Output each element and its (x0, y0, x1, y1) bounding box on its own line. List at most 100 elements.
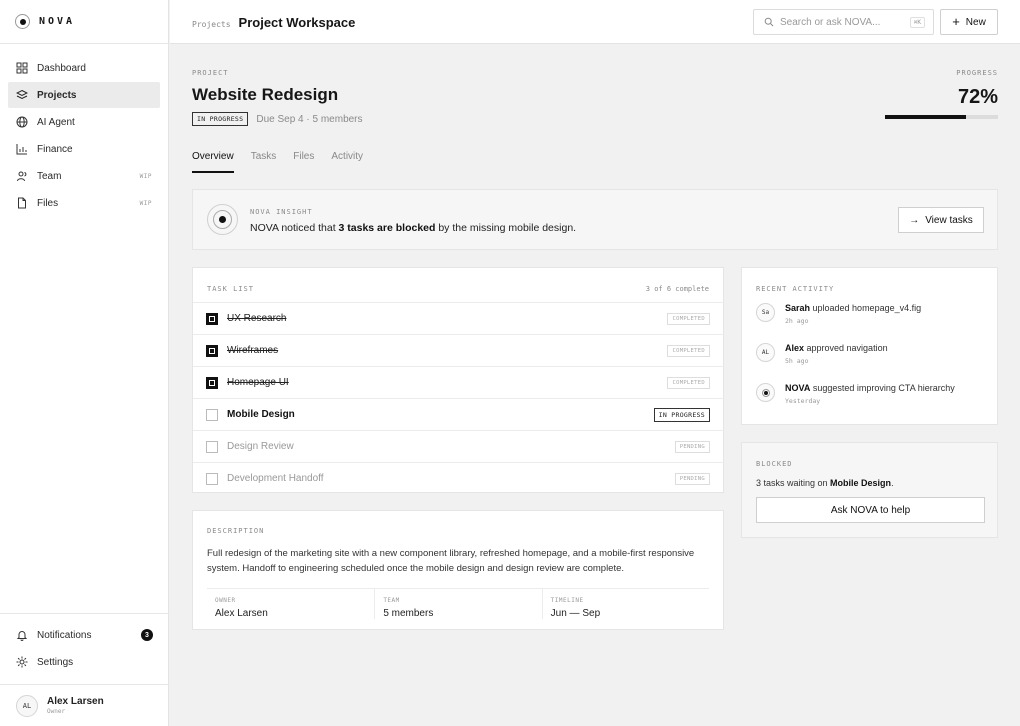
sidebar-item-label: Projects (37, 89, 77, 101)
description-title: DESCRIPTION (207, 527, 265, 535)
activity-text: Alex approved navigation (785, 343, 888, 353)
owner-label: OWNER (215, 597, 236, 604)
tabs: Overview Tasks Files Activity (192, 149, 998, 173)
tab-overview[interactable]: Overview (192, 149, 234, 173)
sidebar-item-settings[interactable]: Settings (8, 649, 161, 675)
ask-nova-button[interactable]: Ask NOVA to help (756, 497, 985, 523)
brand[interactable]: NOVA (0, 0, 168, 44)
wip-tag: WIP (139, 172, 152, 180)
sidebar: NOVA Dashboard Projects AI Agent Finance… (0, 0, 169, 726)
table-row[interactable]: Mobile Design IN PROGRESS (193, 398, 723, 430)
nova-insight-icon (207, 204, 238, 235)
progress-label: PROGRESS (956, 69, 998, 77)
avatar: AL (16, 694, 38, 717)
sidebar-nav: Dashboard Projects AI Agent Finance Team… (0, 44, 168, 216)
table-row[interactable]: Design Review PENDING (193, 430, 723, 462)
activity-text: NOVA suggested improving CTA hierarchy (785, 383, 955, 393)
table-row[interactable]: UX Research COMPLETED (193, 302, 723, 334)
activity-time: 2h ago (785, 317, 809, 325)
sidebar-item-projects[interactable]: Projects (8, 82, 160, 108)
sidebar-footer: Notifications 3 Settings AL Alex Larsen … (0, 613, 169, 726)
arrow-right-icon: → (909, 214, 920, 226)
team-icon (17, 171, 27, 182)
search-input[interactable] (780, 16, 900, 28)
task-status-badge: PENDING (674, 440, 710, 453)
search-shortcut: ⌘K (909, 17, 925, 28)
blocked-title: BLOCKED (756, 460, 793, 468)
notification-count-badge: 3 (141, 629, 153, 641)
recent-activity-card: RECENT ACTIVITY Sa Sarah uploaded homepa… (741, 267, 998, 425)
project-title: Website Redesign (192, 85, 339, 104)
activity-title: RECENT ACTIVITY (756, 285, 835, 293)
insight-text: NOVA noticed that 3 tasks are blocked by… (250, 222, 577, 234)
new-button[interactable]: + New (940, 9, 998, 35)
table-row[interactable]: Development Handoff PENDING (193, 462, 723, 494)
search-box[interactable]: ⌘K (753, 9, 934, 35)
nova-logo-icon (15, 14, 30, 29)
owner-value: Alex Larsen (215, 608, 268, 619)
team-value: 5 members (383, 608, 434, 619)
page-title: Project Workspace (238, 15, 356, 30)
user-profile[interactable]: AL Alex Larsen Owner (0, 684, 169, 726)
sidebar-item-label: Settings (37, 656, 74, 668)
sidebar-item-label: Files (37, 197, 59, 209)
sidebar-item-ai-agent[interactable]: AI Agent (8, 109, 160, 135)
bell-icon (16, 631, 28, 641)
sidebar-item-finance[interactable]: Finance (8, 136, 160, 162)
progress-value: 72% (957, 86, 998, 108)
table-row[interactable]: Wireframes COMPLETED (193, 334, 723, 366)
sidebar-item-label: Finance (37, 143, 73, 155)
grid-icon (16, 62, 28, 74)
tab-files[interactable]: Files (293, 149, 314, 173)
task-status-badge: PENDING (674, 472, 710, 485)
checkbox[interactable] (206, 472, 218, 485)
list-item: NOVA suggested improving CTA hierarchy Y… (756, 383, 955, 405)
tab-activity[interactable]: Activity (331, 149, 363, 173)
task-status-badge: COMPLETED (667, 344, 710, 357)
breadcrumb-link[interactable]: Projects (192, 20, 231, 29)
topbar: Projects Project Workspace ⌘K + New (170, 0, 1020, 44)
activity-time: 5h ago (785, 357, 809, 365)
task-name: Homepage UI (227, 377, 289, 388)
table-row[interactable]: Homepage UI COMPLETED (193, 366, 723, 398)
checkbox-checked[interactable] (206, 376, 218, 389)
sidebar-item-team[interactable]: Team WIP (8, 163, 160, 189)
checkbox[interactable] (206, 408, 218, 421)
sidebar-item-notifications[interactable]: Notifications 3 (8, 622, 161, 648)
project-meta: IN PROGRESS Due Sep 4 · 5 members (192, 112, 363, 126)
layers-icon (16, 89, 28, 100)
description-meta: OWNER Alex Larsen TEAM 5 members TIMELIN… (207, 588, 709, 619)
task-name: Development Handoff (227, 473, 324, 484)
project-eyebrow: PROJECT (192, 69, 229, 77)
user-name: Alex Larsen (47, 696, 104, 707)
project-due: Due Sep 4 · 5 members (256, 113, 363, 125)
checkbox-checked[interactable] (206, 344, 218, 357)
checkbox[interactable] (206, 440, 218, 453)
task-name: Mobile Design (227, 409, 295, 420)
sidebar-item-files[interactable]: Files WIP (8, 190, 160, 216)
globe-icon (16, 116, 28, 128)
task-name: UX Research (227, 313, 287, 324)
checkbox-checked[interactable] (206, 312, 218, 325)
view-tasks-label: View tasks (925, 214, 973, 226)
timeline-value: Jun — Sep (550, 608, 601, 619)
sidebar-item-label: Team (37, 170, 62, 182)
blocked-card: BLOCKED 3 tasks waiting on Mobile Design… (741, 442, 998, 538)
wip-tag: WIP (139, 199, 152, 207)
avatar: AL (756, 343, 775, 362)
avatar: Sa (756, 303, 775, 322)
activity-text: Sarah uploaded homepage_v4.fig (785, 303, 922, 313)
sidebar-item-label: AI Agent (37, 116, 75, 128)
sidebar-item-dashboard[interactable]: Dashboard (8, 55, 160, 81)
sidebar-item-label: Notifications (37, 629, 92, 641)
plus-icon: + (952, 14, 960, 29)
task-count: 3 of 6 complete (645, 285, 709, 293)
task-status-badge: COMPLETED (667, 312, 710, 325)
view-tasks-button[interactable]: → View tasks (898, 207, 984, 233)
tab-tasks[interactable]: Tasks (251, 149, 277, 173)
list-item: Sa Sarah uploaded homepage_v4.fig 2h ago (756, 303, 921, 325)
new-button-label: New (965, 16, 986, 28)
settings-icon (16, 656, 28, 668)
task-list-title: TASK LIST (207, 285, 254, 293)
task-name: Design Review (227, 441, 294, 452)
